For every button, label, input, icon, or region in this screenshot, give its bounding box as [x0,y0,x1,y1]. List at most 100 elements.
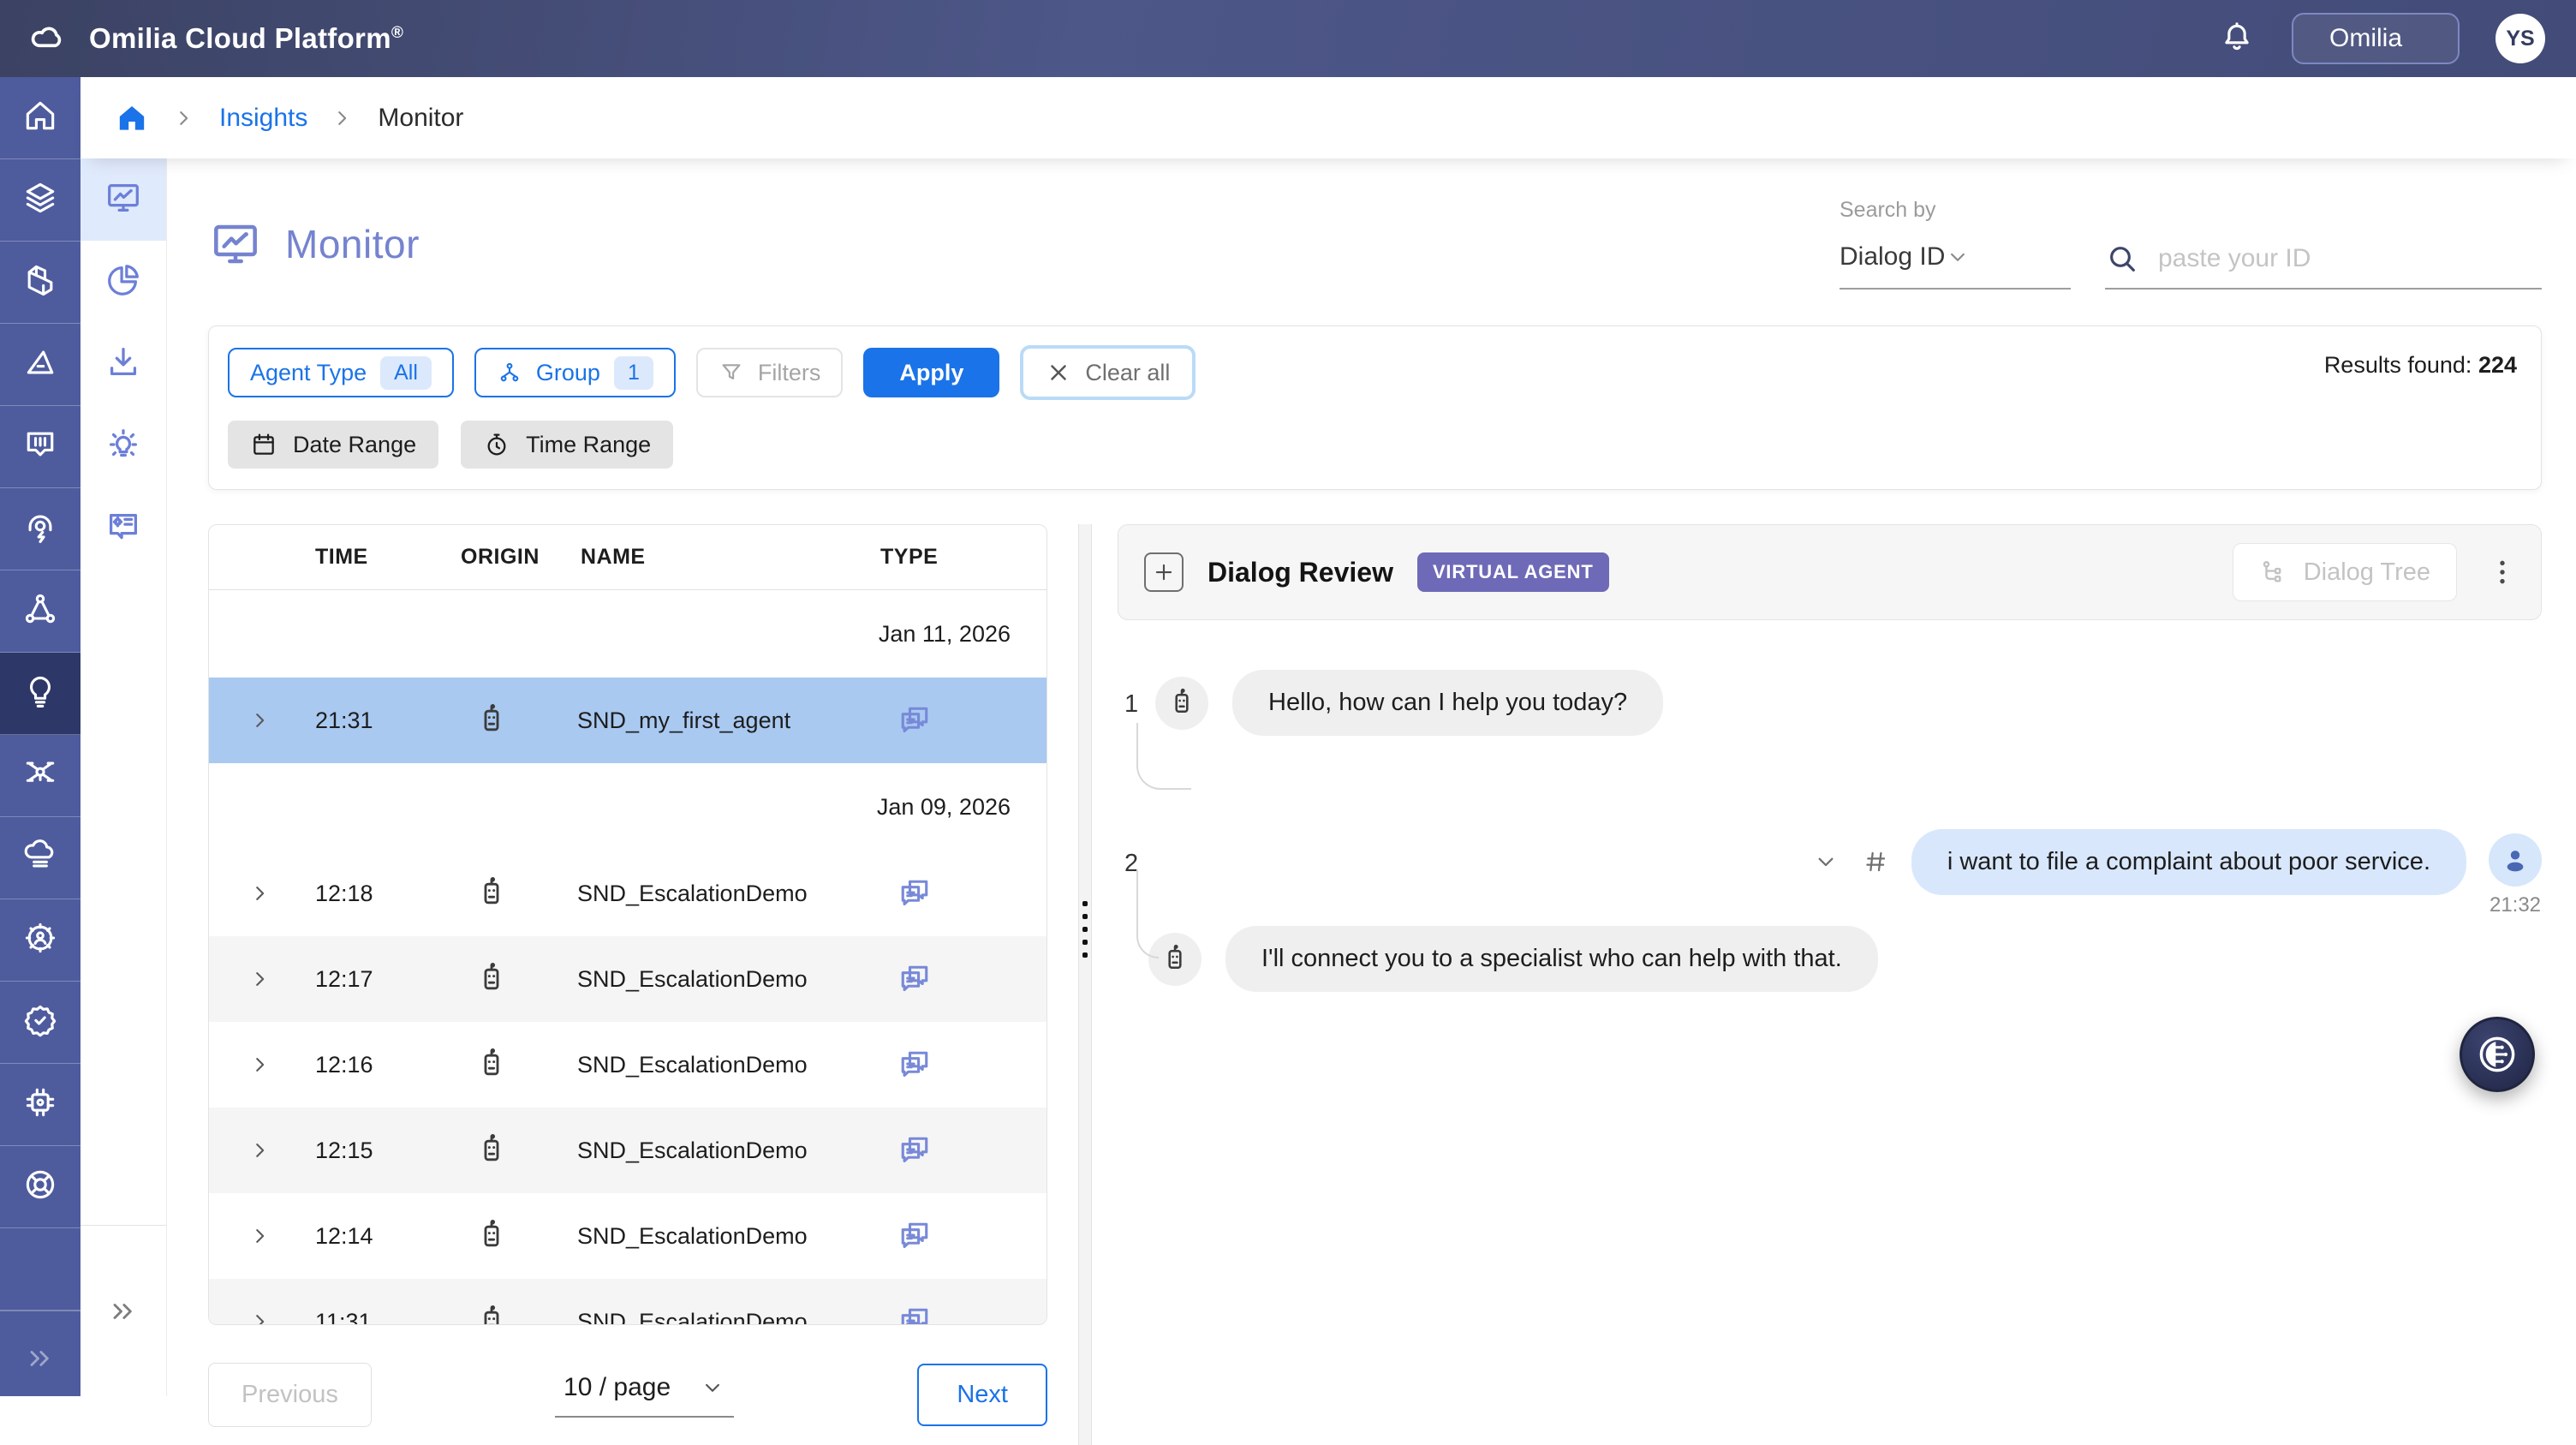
table-row[interactable]: 11:31SND_EscalationDemo [209,1279,1046,1325]
agent-type-value-badge: All [380,356,432,390]
org-selector-button[interactable]: Omilia [2292,13,2460,64]
next-page-button[interactable]: Next [917,1364,1047,1426]
sidebar-item-gear-user[interactable] [0,899,80,982]
table-row[interactable]: 21:31SND_my_first_agent [209,678,1046,763]
share-nodes-icon [21,590,59,632]
layers-icon [21,179,59,221]
search-area: Search by Dialog ID paste your ID [1840,198,2542,290]
drone-icon [21,755,59,797]
cell-name: SND_EscalationDemo [577,1223,877,1250]
sidebar-item-layers[interactable] [0,159,80,242]
sidebar-item-support-agent[interactable] [0,488,80,570]
expand-row-icon[interactable] [209,708,312,733]
time-range-button[interactable]: Time Range [461,421,673,469]
chevron-down-icon [1945,244,1971,270]
table-row[interactable]: 12:14 SND_EscalationDemo [209,1193,1046,1279]
notifications-bell-icon[interactable] [2218,20,2256,57]
sidebar-item-drone[interactable] [0,735,80,817]
robot-origin-icon [457,703,577,737]
subnav-item-chat-gear[interactable] [80,487,166,570]
lifebuoy-icon [21,1166,59,1208]
cell-name: SND_EscalationDemo [577,1137,877,1164]
sidebar-item-circuit-chip[interactable] [0,1064,80,1146]
support-agent-icon [21,508,59,550]
message-index: 1 [1124,687,1155,719]
group-icon [497,360,522,385]
group-filter-chip[interactable]: Group 1 [474,348,676,397]
expand-all-button[interactable] [1144,552,1184,592]
chat-type-icon [877,1132,1047,1169]
table-row[interactable]: 12:15 SND_EscalationDemo [209,1108,1046,1193]
page-size-value: 10 / page [564,1373,671,1402]
table-body: Jan 11, 202621:31SND_my_first_agentJan 0… [209,590,1046,1325]
agent-type-label: Agent Type [250,360,367,386]
user-avatar[interactable]: YS [2496,14,2545,63]
expand-row-icon[interactable] [209,1223,312,1249]
sidebar-item-cloud-lines[interactable] [0,817,80,899]
search-placeholder: paste your ID [2158,244,2311,273]
hash-icon[interactable] [1862,848,1889,875]
subnav-collapse-button[interactable] [80,1225,166,1396]
primary-sidebar [0,77,80,1396]
cell-time: 12:16 [312,1052,457,1078]
apply-button[interactable]: Apply [863,348,999,397]
sidebar-item-badge-check[interactable] [0,982,80,1064]
page-size-select[interactable]: 10 / page [555,1373,734,1418]
robot-origin-icon [457,1219,577,1253]
clear-all-button[interactable]: Clear all [1020,345,1196,400]
expand-row-icon[interactable] [209,1052,312,1078]
cell-time: 12:15 [312,1137,457,1164]
breadcrumb-link-insights[interactable]: Insights [219,104,307,133]
user-message: i want to file a complaint about poor se… [1812,820,2542,904]
collapse-chevron-icon[interactable] [1812,848,1840,875]
cell-time: 12:14 [312,1223,457,1250]
table-row[interactable]: 12:17 SND_EscalationDemo [209,936,1046,1022]
sidebar-item-lifebuoy[interactable] [0,1146,80,1228]
chat-type-icon [877,1217,1047,1255]
cloud-lines-icon [21,837,59,879]
subnav-item-pie-chart[interactable] [80,241,166,323]
sidebar-item-feedback-bars[interactable] [0,406,80,488]
date-range-button[interactable]: Date Range [228,421,438,469]
sidebar-item-empty [0,1228,80,1311]
sidebar-item-ruler-triangle[interactable] [0,324,80,406]
expand-row-icon[interactable] [209,966,312,992]
expand-row-icon[interactable] [209,1137,312,1163]
gear-user-icon [21,919,59,961]
subnav-spacer [80,570,166,1225]
sidebar-item-lightbulb[interactable] [0,653,80,735]
agent-type-filter-chip[interactable]: Agent Type All [228,348,454,397]
bulb-rays-icon [104,425,143,469]
dialog-tree-button[interactable]: Dialog Tree [2233,543,2457,601]
ai-assistant-fab[interactable] [2460,1017,2535,1092]
top-bar: Omilia Cloud Platform® Omilia YS [0,0,2576,77]
subnav-item-bulb-rays[interactable] [80,405,166,487]
expand-row-icon[interactable] [209,881,312,906]
previous-page-button[interactable]: Previous [208,1363,372,1427]
sidebar-item-home[interactable] [0,77,80,159]
kebab-menu-icon[interactable] [2488,553,2517,591]
drag-dots-icon [1082,901,1088,958]
table-row[interactable]: 12:18SND_EscalationDemo [209,851,1046,936]
panel-resize-handle[interactable] [1078,524,1092,1445]
cell-name: SND_EscalationDemo [577,966,877,993]
chevron-down-icon [700,1375,725,1400]
search-field-select[interactable]: Dialog ID [1840,242,2071,290]
ruler-triangle-icon [21,343,59,385]
subnav-item-download[interactable] [80,323,166,405]
chevron-right-icon [330,105,355,131]
expand-row-icon[interactable] [209,1309,312,1325]
sidebar-item-blocks[interactable] [0,242,80,324]
breadcrumb-home-icon[interactable] [115,101,149,135]
chat-type-icon [877,702,1047,739]
circuit-chip-icon [21,1084,59,1126]
sidebar-item-share-nodes[interactable] [0,570,80,653]
sidebar-collapse-button[interactable] [0,1311,80,1406]
robot-origin-icon [457,876,577,911]
filters-chip[interactable]: Filters [696,348,844,397]
table-row[interactable]: 12:16SND_EscalationDemo [209,1022,1046,1108]
subnav-item-monitor-chart[interactable] [80,158,166,241]
search-input[interactable]: paste your ID [2105,242,2542,290]
cell-time: 12:17 [312,966,457,993]
search-field-value: Dialog ID [1840,242,1945,272]
